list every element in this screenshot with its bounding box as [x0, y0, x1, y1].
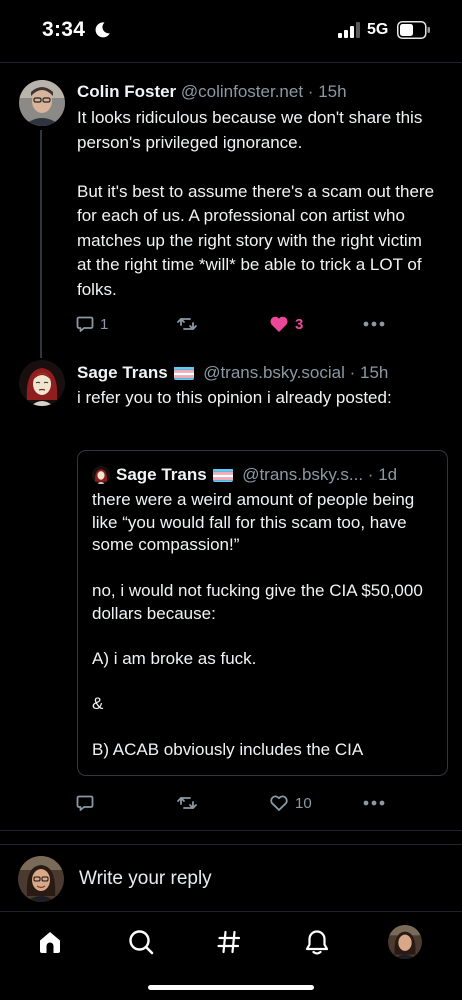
quote-display-name: Sage Trans	[116, 465, 207, 484]
heart-filled-icon	[270, 316, 288, 332]
avatar[interactable]	[19, 80, 65, 126]
notifications-bell-icon	[305, 930, 329, 955]
battery-icon	[397, 21, 430, 39]
heart-outline-icon	[270, 795, 288, 811]
handle[interactable]: @colinfoster.net	[181, 82, 303, 101]
handle[interactable]: @trans.bsky.social	[203, 363, 345, 382]
reply-bubble-icon	[76, 316, 94, 332]
status-bar: 3:34 5G	[0, 0, 462, 60]
profile-avatar	[388, 925, 422, 959]
tab-profile[interactable]	[385, 924, 425, 960]
reply-composer[interactable]: Write your reply	[0, 844, 462, 912]
post-text: It looks ridiculous because we don't sha…	[77, 108, 435, 299]
more-options-button[interactable]	[363, 790, 385, 816]
repost-icon	[177, 318, 197, 330]
status-time: 3:34	[42, 18, 86, 41]
separator-dot: ·	[349, 363, 356, 382]
reply-input-placeholder[interactable]: Write your reply	[79, 868, 212, 890]
moon-icon	[95, 22, 110, 38]
reply-button[interactable]: 1	[76, 311, 108, 337]
like-count: 10	[295, 794, 312, 812]
reply-button[interactable]	[76, 790, 100, 816]
top-divider	[0, 62, 462, 63]
avatar-sage-image	[19, 360, 65, 406]
tab-search[interactable]	[121, 924, 161, 960]
reply-count: 1	[100, 315, 109, 333]
separator-dot: ·	[367, 465, 374, 484]
post-time[interactable]: 15h	[318, 82, 346, 101]
quote-header: Sage Trans @trans.bsky.s... · 1d	[116, 465, 397, 485]
tab-home[interactable]	[30, 924, 70, 960]
ellipsis-icon	[363, 321, 385, 327]
post-time[interactable]: 15h	[360, 363, 388, 382]
like-count: 3	[295, 315, 304, 333]
post-actions: 1 3	[0, 311, 462, 337]
search-icon	[129, 930, 154, 955]
post-actions: 10	[0, 790, 462, 816]
quote-avatar	[92, 466, 110, 484]
trans-flag-icon	[174, 366, 195, 380]
post-header: Sage Trans @trans.bsky.social · 15h	[77, 363, 388, 383]
quote-text: there were a weird amount of people bein…	[92, 490, 423, 759]
post-text: i refer you to this opinion i already po…	[77, 388, 392, 407]
quoted-post[interactable]: Sage Trans @trans.bsky.s... · 1d there w…	[77, 450, 448, 776]
avatar[interactable]	[19, 360, 65, 406]
repost-button[interactable]	[176, 790, 204, 816]
like-button[interactable]: 10	[269, 790, 312, 816]
like-button[interactable]: 3	[269, 311, 303, 337]
reply-bubble-icon	[76, 795, 94, 811]
quote-handle: @trans.bsky.s...	[242, 465, 364, 484]
quote-time: 1d	[378, 465, 398, 484]
signal-icon	[338, 22, 360, 38]
display-name[interactable]: Sage Trans	[77, 363, 168, 382]
tab-feeds[interactable]	[209, 924, 249, 960]
more-options-button[interactable]	[363, 311, 385, 337]
separator-dot: ·	[307, 82, 314, 101]
post-header: Colin Foster @colinfoster.net · 15h	[77, 82, 347, 102]
home-indicator[interactable]	[148, 985, 314, 990]
repost-icon	[177, 797, 197, 809]
network-label: 5G	[367, 21, 389, 38]
repost-button[interactable]	[176, 311, 204, 337]
display-name[interactable]: Colin Foster	[77, 82, 176, 101]
my-avatar	[18, 856, 64, 902]
avatar-colin-image	[19, 80, 65, 126]
trans-flag-icon	[213, 468, 234, 482]
home-icon	[40, 932, 60, 953]
post-divider	[0, 830, 462, 831]
ellipsis-icon	[363, 800, 385, 806]
feeds-hash-icon	[217, 930, 241, 954]
tab-notifications[interactable]	[297, 924, 337, 960]
